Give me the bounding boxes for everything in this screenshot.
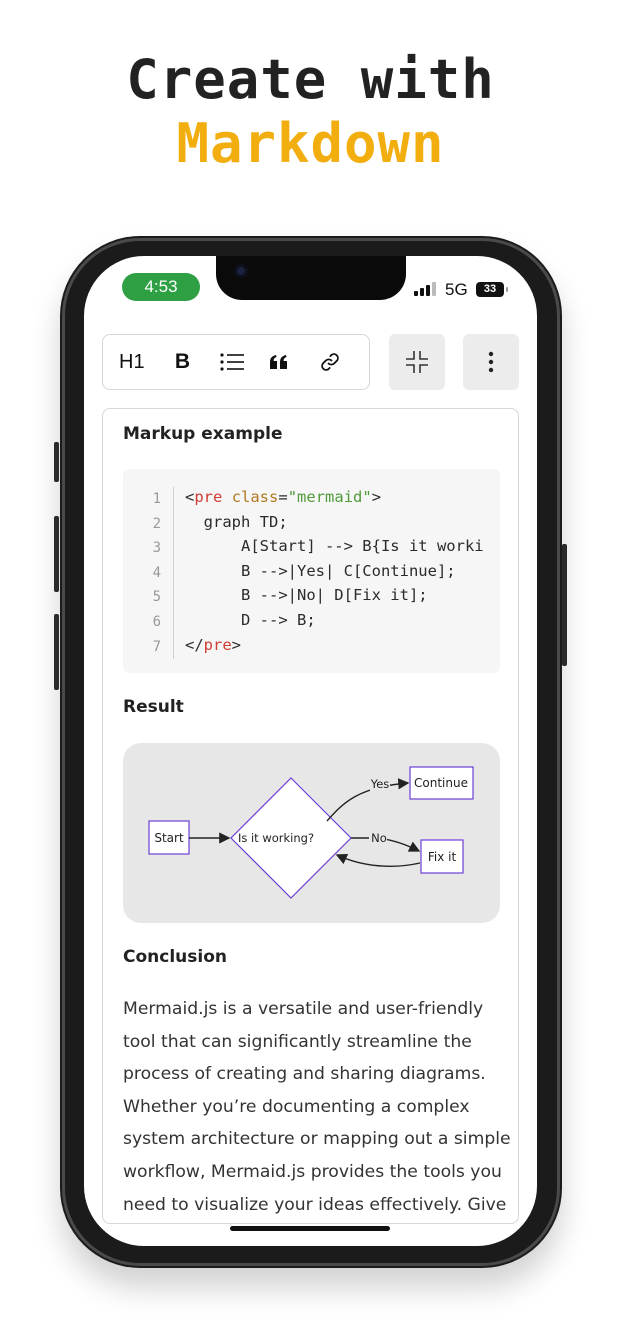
paragraph-line: system architecture or mapping out a sim… <box>123 1129 511 1150</box>
mute-switch <box>54 442 59 482</box>
section-heading-result: Result <box>123 697 184 717</box>
node-fix-label: Fix it <box>428 850 457 864</box>
volume-up-button <box>54 516 59 592</box>
paragraph-line: need to visualize your ideas effectively… <box>123 1194 507 1215</box>
hero-line-2: Markdown <box>176 112 445 175</box>
code-line-number: 4 <box>152 564 161 581</box>
code-token: = <box>278 488 288 506</box>
code-line-number: 3 <box>152 540 161 557</box>
code-token: pre <box>203 635 232 654</box>
code-token: "mermaid" <box>287 488 372 506</box>
paragraph-line: tool that can significantly streamline t… <box>123 1031 472 1052</box>
node-continue-label: Continue <box>414 776 468 790</box>
code-line-number: 2 <box>152 515 161 532</box>
code-token: < <box>185 488 195 506</box>
paragraph-line: process of creating and sharing diagrams… <box>123 1064 486 1085</box>
code-line: </pre> <box>185 633 484 658</box>
mermaid-diagram: Start Is it working? Yes Continue No Fix… <box>123 743 500 923</box>
more-vertical-icon <box>488 351 494 373</box>
edge-no-label: No <box>371 831 387 845</box>
collapse-icon <box>406 351 428 373</box>
code-token: </ <box>185 635 204 654</box>
code-token: A[Start] --> B{Is it worki <box>185 537 484 556</box>
volume-down-button <box>54 614 59 690</box>
code-line: B -->|No| D[Fix it]; <box>185 583 484 608</box>
code-token: B -->|Yes| C[Continue]; <box>185 561 456 580</box>
code-token: > <box>371 488 382 506</box>
code-line-number: 7 <box>152 638 161 655</box>
section-heading-markup: Markup example <box>123 424 283 444</box>
code-gutter-divider <box>173 487 174 659</box>
hero-line-1: Create with <box>126 48 495 111</box>
code-token: D --> B; <box>185 610 316 629</box>
bullet-list-icon <box>220 353 245 371</box>
edge-yes-label: Yes <box>370 777 390 791</box>
hero-title: Create with Markdown <box>0 48 621 176</box>
code-line-number: 6 <box>152 613 161 630</box>
code-block: 1 2 3 4 5 6 7 <pre class="mermaid"> graph TD; … <box>123 469 500 673</box>
status-time: 4:53 <box>122 273 200 301</box>
edge-yes <box>326 778 410 822</box>
code-token: B -->|No| D[Fix it]; <box>185 586 428 605</box>
conclusion-paragraph: Mermaid.js is a versatile and user-frien… <box>123 993 511 1221</box>
quote-button[interactable] <box>269 342 319 382</box>
bullet-list-button[interactable] <box>219 342 269 382</box>
home-indicator[interactable] <box>230 1226 390 1231</box>
format-toolbar: H1 B <box>102 334 370 390</box>
edge-fix-decision <box>335 854 421 867</box>
front-camera <box>234 264 248 278</box>
network-type: 5G <box>445 280 468 299</box>
code-line: B -->|Yes| C[Continue]; <box>185 559 484 584</box>
code-line-number: 1 <box>152 491 161 507</box>
paragraph-line: Mermaid.js is a versatile and user-frien… <box>123 999 484 1019</box>
code-token: pre <box>194 488 223 506</box>
code-line: D --> B; <box>185 608 484 633</box>
code-token: graph TD; <box>185 512 288 531</box>
collapse-button[interactable] <box>389 334 445 390</box>
link-button[interactable] <box>319 342 369 382</box>
paragraph-line: workflow, Mermaid.js provides the tools … <box>123 1161 502 1182</box>
code-line-number: 5 <box>152 589 161 606</box>
code-content: <pre class="mermaid"> graph TD; A[Start]… <box>185 485 484 657</box>
paragraph-line: Whether you’re documenting a complex <box>123 1096 470 1117</box>
node-start-label: Start <box>154 831 184 845</box>
more-options-button[interactable] <box>463 334 519 390</box>
power-button <box>562 544 567 666</box>
dynamic-island <box>216 256 406 300</box>
section-heading-conclusion: Conclusion <box>123 947 227 967</box>
document-editor[interactable]: Markup example 1234567 <pre class="merma… <box>102 408 519 1224</box>
signal-icon <box>414 282 436 296</box>
code-line: <pre class="mermaid"> <box>185 485 484 510</box>
quote-icon <box>270 355 288 369</box>
code-line: graph TD; <box>185 510 484 535</box>
battery-icon: 33 <box>476 282 508 297</box>
code-line-numbers: 1 2 3 4 5 6 7 <box>123 487 177 659</box>
bold-button[interactable]: B <box>169 342 219 382</box>
phone-screen: 4:53 5G 33 H1 B Markup example 1 2 3 4 5… <box>84 256 537 1246</box>
code-token: > <box>231 635 242 654</box>
code-line: A[Start] --> B{Is it worki <box>185 534 484 559</box>
link-icon <box>321 353 339 371</box>
node-decision-label: Is it working? <box>238 831 314 845</box>
code-token: class <box>231 488 279 506</box>
battery-level: 33 <box>483 283 497 295</box>
heading-button[interactable]: H1 <box>119 342 169 382</box>
